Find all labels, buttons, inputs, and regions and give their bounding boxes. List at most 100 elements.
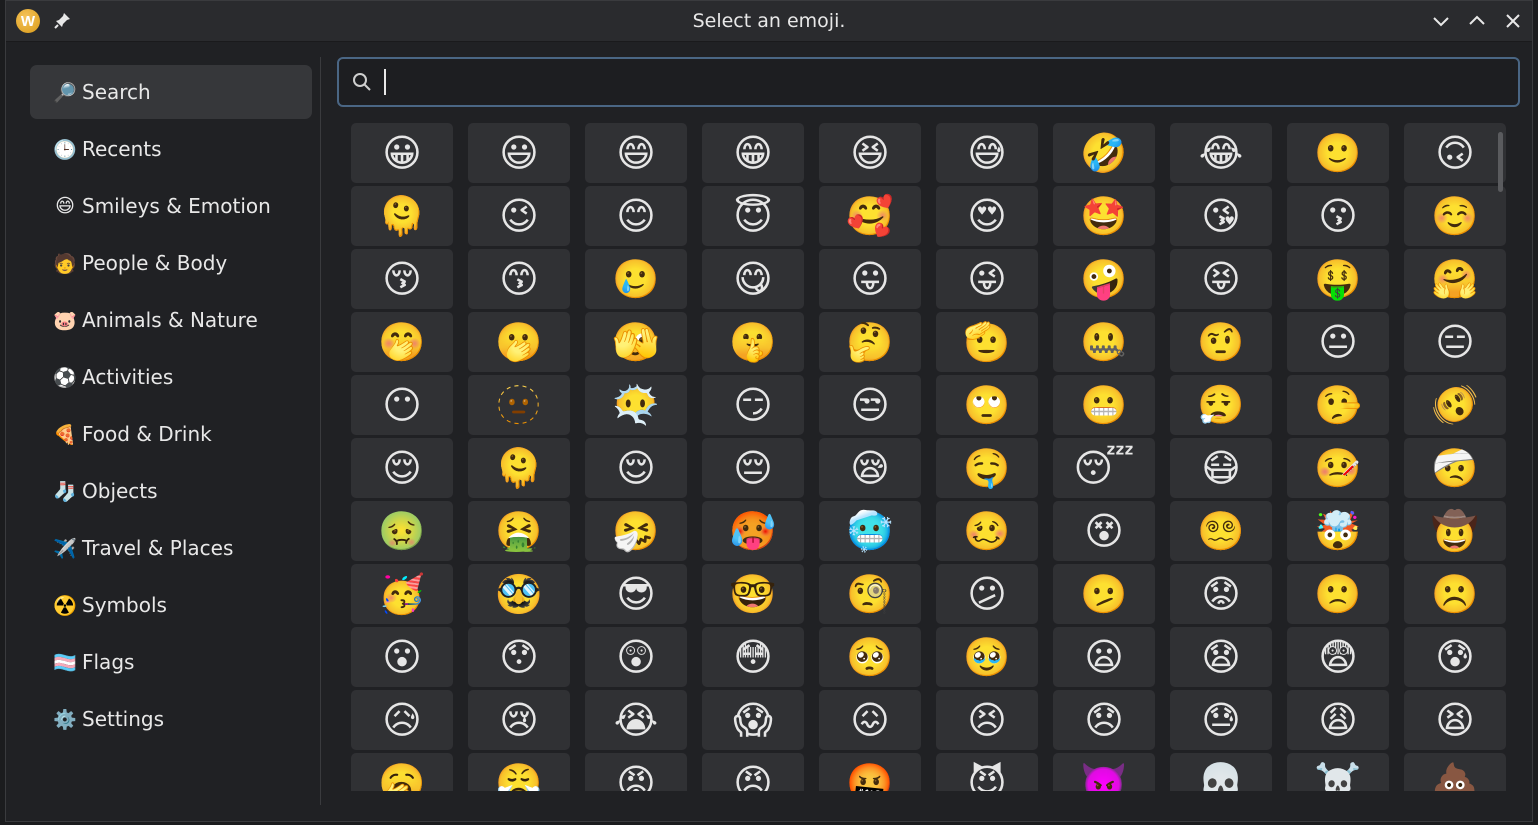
emoji-cell[interactable]: 🤩 [1053,186,1155,246]
maximize-button[interactable] [1465,9,1489,33]
emoji-cell[interactable]: 😃 [468,123,570,183]
emoji-cell[interactable]: 🤗 [1404,249,1506,309]
emoji-cell[interactable]: 😮 [351,627,453,687]
emoji-cell[interactable]: 🤮 [468,501,570,561]
emoji-cell[interactable]: 🫣 [585,312,687,372]
emoji-cell[interactable]: 🧐 [819,564,921,624]
emoji-cell[interactable]: 🥶 [819,501,921,561]
emoji-cell[interactable]: 🤢 [351,501,453,561]
emoji-cell[interactable]: 😮‍💨 [1170,375,1272,435]
emoji-cell[interactable]: 🥳 [351,564,453,624]
emoji-cell[interactable]: 🫠 [351,186,453,246]
sidebar-item-recents[interactable]: 🕒 Recents [30,122,312,176]
emoji-cell[interactable]: 🥲 [585,249,687,309]
emoji-cell[interactable]: 😚 [351,249,453,309]
emoji-cell[interactable]: 🫡 [936,312,1038,372]
emoji-cell[interactable]: 😗 [1287,186,1389,246]
emoji-cell[interactable]: 😷 [1170,438,1272,498]
emoji-cell[interactable]: 😔 [702,438,804,498]
emoji-cell[interactable]: 😣 [936,690,1038,750]
emoji-cell[interactable]: 😲 [585,627,687,687]
emoji-cell[interactable]: 🤥 [1287,375,1389,435]
scrollbar-thumb[interactable] [1498,132,1503,192]
sidebar-item-animals[interactable]: 🐷 Animals & Nature [30,293,312,347]
emoji-cell[interactable]: 😨 [1287,627,1389,687]
emoji-cell[interactable]: 🙁 [1287,564,1389,624]
emoji-cell[interactable]: 🤯 [1287,501,1389,561]
emoji-cell[interactable]: 😋 [702,249,804,309]
emoji-cell[interactable]: 😊 [585,186,687,246]
emoji-cell[interactable]: 😞 [1053,690,1155,750]
emoji-cell[interactable]: 😢 [468,690,570,750]
emoji-cell[interactable]: ☺️ [1404,186,1506,246]
sidebar-item-objects[interactable]: 🧦 Objects [30,464,312,518]
emoji-cell[interactable]: 🥴 [936,501,1038,561]
emoji-cell[interactable]: 🥱 [351,753,453,791]
emoji-cell[interactable]: 😭 [585,690,687,750]
emoji-cell[interactable]: 😛 [819,249,921,309]
emoji-cell[interactable]: 😍 [936,186,1038,246]
emoji-cell[interactable]: 🤬 [819,753,921,791]
emoji-cell[interactable]: 😅 [936,123,1038,183]
emoji-cell[interactable]: 😧 [1170,627,1272,687]
emoji-cell[interactable]: 😵 [1053,501,1155,561]
emoji-cell[interactable]: 😉 [468,186,570,246]
emoji-cell[interactable]: 😓 [1170,690,1272,750]
emoji-cell[interactable]: 🤑 [1287,249,1389,309]
emoji-cell[interactable]: 😴 [1053,438,1155,498]
emoji-cell[interactable]: ☠️ [1287,753,1389,791]
emoji-cell[interactable]: 😦 [1053,627,1155,687]
emoji-cell[interactable]: 😬 [1053,375,1155,435]
emoji-cell[interactable]: 🙂 [1287,123,1389,183]
emoji-cell[interactable]: 😇 [702,186,804,246]
emoji-cell[interactable]: 😥 [351,690,453,750]
emoji-cell[interactable]: 🤣 [1053,123,1155,183]
emoji-cell[interactable]: 😟 [1170,564,1272,624]
emoji-cell[interactable]: 🤨 [1170,312,1272,372]
emoji-cell[interactable]: 😀 [351,123,453,183]
emoji-cell[interactable]: 🫥 [468,375,570,435]
emoji-cell[interactable]: 😏 [702,375,804,435]
sidebar-item-food[interactable]: 🍕 Food & Drink [30,407,312,461]
emoji-cell[interactable]: 😳 [702,627,804,687]
emoji-cell[interactable]: 😐 [1287,312,1389,372]
emoji-cell[interactable]: 🫨 [1404,375,1506,435]
emoji-cell[interactable]: 🥺 [819,627,921,687]
emoji-cell[interactable]: 🤭 [351,312,453,372]
sidebar-item-symbols[interactable]: ☢️ Symbols [30,578,312,632]
emoji-cell[interactable]: 🤤 [936,438,1038,498]
emoji-cell[interactable]: 🫠 [468,438,570,498]
emoji-cell[interactable]: 😌 [351,438,453,498]
sidebar-item-settings[interactable]: ⚙️ Settings [30,692,312,746]
emoji-cell[interactable]: 💀 [1170,753,1272,791]
emoji-cell[interactable]: 😝 [1170,249,1272,309]
emoji-cell[interactable]: 😜 [936,249,1038,309]
emoji-cell[interactable]: 🫢 [468,312,570,372]
emoji-cell[interactable]: 😂 [1170,123,1272,183]
search-box[interactable] [337,57,1520,107]
emoji-cell[interactable]: 😌 [585,438,687,498]
emoji-cell[interactable]: 🥵 [702,501,804,561]
emoji-cell[interactable]: 🤧 [585,501,687,561]
search-input[interactable] [383,67,1508,99]
emoji-cell[interactable]: 🤔 [819,312,921,372]
emoji-cell[interactable]: 🥰 [819,186,921,246]
emoji-cell[interactable]: 😑 [1404,312,1506,372]
emoji-cell[interactable]: 🤒 [1287,438,1389,498]
emoji-cell[interactable]: 😕 [936,564,1038,624]
emoji-cell[interactable]: 🤓 [702,564,804,624]
sidebar-item-search[interactable]: 🔎 Search [30,65,312,119]
sidebar-item-people[interactable]: 🧑 People & Body [30,236,312,290]
emoji-cell[interactable]: 😘 [1170,186,1272,246]
emoji-cell[interactable]: 😤 [468,753,570,791]
emoji-cell[interactable]: 😰 [1404,627,1506,687]
emoji-cell[interactable]: 🥹 [936,627,1038,687]
sidebar-item-travel[interactable]: ✈️ Travel & Places [30,521,312,575]
emoji-cell[interactable]: 😶 [351,375,453,435]
emoji-cell[interactable]: 😱 [702,690,804,750]
emoji-cell[interactable]: 😪 [819,438,921,498]
emoji-cell[interactable]: 😶‍🌫️ [585,375,687,435]
emoji-cell[interactable]: 😄 [585,123,687,183]
emoji-cell[interactable]: 😖 [819,690,921,750]
emoji-cell[interactable]: 🤕 [1404,438,1506,498]
